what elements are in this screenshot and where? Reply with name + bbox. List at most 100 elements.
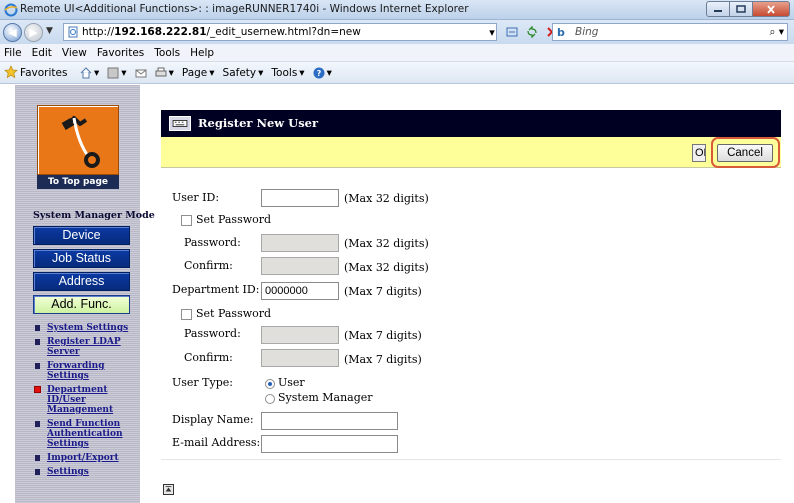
link-import-export[interactable]: Import/Export bbox=[33, 453, 138, 463]
link-label: Department ID/User Management bbox=[47, 385, 114, 415]
svg-text:?: ? bbox=[316, 69, 321, 78]
search-placeholder: Bing bbox=[575, 26, 599, 38]
print-button[interactable]: ▾ bbox=[155, 62, 174, 84]
nav-add-func-button[interactable]: Add. Func. bbox=[33, 295, 130, 314]
user-password-input[interactable] bbox=[261, 234, 339, 252]
window-titlebar: Remote UI<Additional Functions>: : image… bbox=[0, 0, 794, 20]
email-address-input[interactable] bbox=[261, 435, 398, 453]
link-label: Settings bbox=[47, 467, 89, 477]
dept-password-hint: (Max 7 digits) bbox=[344, 329, 422, 342]
department-id-hint: (Max 7 digits) bbox=[344, 285, 422, 298]
window-title: Remote UI<Additional Functions>: : image… bbox=[20, 3, 469, 15]
link-department-id-user-management[interactable]: Department ID/User Management bbox=[33, 385, 138, 415]
user-set-password-checkbox[interactable] bbox=[181, 215, 192, 226]
department-id-label: Department ID: bbox=[172, 283, 260, 296]
bullet-icon bbox=[35, 421, 40, 427]
favorites-label[interactable]: Favorites bbox=[20, 62, 67, 84]
bullet-icon bbox=[35, 339, 40, 345]
link-settings[interactable]: Settings bbox=[33, 467, 138, 477]
link-label: Import/Export bbox=[47, 453, 119, 463]
maximize-icon bbox=[736, 5, 746, 13]
dept-confirm-input[interactable] bbox=[261, 349, 339, 367]
back-button[interactable]: ◀ bbox=[3, 23, 22, 42]
action-bar: OK Cancel bbox=[161, 137, 781, 168]
user-type-system-manager-radio[interactable] bbox=[265, 394, 275, 404]
user-password-label: Password: bbox=[184, 236, 241, 249]
active-bullet-icon bbox=[34, 386, 41, 393]
maximize-button[interactable] bbox=[729, 1, 753, 17]
ok-button[interactable]: OK bbox=[692, 144, 706, 162]
dept-set-password-checkbox[interactable] bbox=[181, 309, 192, 320]
menu-bar: File Edit View Favorites Tools Help bbox=[0, 44, 794, 62]
close-window-button[interactable] bbox=[752, 1, 790, 17]
favorites-star-icon[interactable] bbox=[4, 65, 18, 79]
minimize-icon bbox=[714, 10, 722, 12]
page-menu[interactable]: Page ▾ bbox=[182, 62, 215, 84]
link-label: Send Function Authentication Settings bbox=[47, 419, 123, 449]
safety-menu-label: Safety bbox=[222, 67, 257, 79]
remote-ui-logo-icon bbox=[61, 116, 100, 168]
back-to-top-icon[interactable] bbox=[163, 484, 174, 495]
dept-set-password-label: Set Password bbox=[196, 307, 272, 320]
bullet-icon bbox=[35, 363, 40, 369]
dept-password-input[interactable] bbox=[261, 326, 339, 344]
home-button[interactable]: ▾ bbox=[80, 62, 99, 84]
tools-menu-label: Tools bbox=[271, 67, 298, 79]
address-toolbar: ◀ ▶ ▼ http://192.168.222.81/_edit_userne… bbox=[0, 20, 794, 44]
link-forwarding-settings[interactable]: Forwarding Settings bbox=[33, 361, 138, 381]
nav-job-status-button[interactable]: Job Status bbox=[33, 249, 130, 268]
minimize-button[interactable] bbox=[706, 1, 730, 17]
url-prefix: http:// bbox=[82, 26, 115, 38]
menu-help[interactable]: Help bbox=[190, 44, 214, 61]
safety-menu[interactable]: Safety ▾ bbox=[223, 62, 264, 84]
url-dropdown-icon[interactable]: ▾ bbox=[484, 24, 500, 40]
search-input[interactable]: b Bing ⌕ ▾ bbox=[552, 23, 788, 41]
mail-button[interactable] bbox=[135, 67, 147, 79]
user-confirm-input[interactable] bbox=[261, 257, 339, 275]
user-type-user-radio[interactable] bbox=[265, 379, 275, 389]
display-name-label: Display Name: bbox=[172, 413, 254, 426]
nav-device-button[interactable]: Device bbox=[33, 226, 130, 245]
page-content: To Top page System Manager Mode Device J… bbox=[0, 85, 794, 503]
tools-menu[interactable]: Tools ▾ bbox=[271, 62, 304, 84]
user-id-input[interactable] bbox=[261, 189, 339, 207]
feeds-button[interactable]: ▾ bbox=[107, 62, 127, 84]
remote-ui-logo[interactable] bbox=[37, 105, 119, 175]
cancel-button[interactable]: Cancel bbox=[717, 144, 773, 162]
menu-favorites[interactable]: Favorites bbox=[97, 44, 144, 61]
user-confirm-label: Confirm: bbox=[184, 259, 233, 272]
department-id-input[interactable] bbox=[261, 282, 339, 300]
page-title: Register New User bbox=[198, 116, 319, 130]
keyboard-icon bbox=[169, 116, 191, 131]
user-password-hint: (Max 32 digits) bbox=[344, 237, 429, 250]
page-menu-label: Page bbox=[181, 67, 208, 79]
help-menu[interactable]: ? ▾ bbox=[313, 62, 332, 84]
print-icon bbox=[155, 67, 167, 77]
to-top-page-link[interactable]: To Top page bbox=[37, 175, 119, 189]
search-icon[interactable]: ⌕ ▾ bbox=[770, 24, 785, 40]
link-label: Register LDAP Server bbox=[47, 337, 121, 357]
bing-logo-icon: b bbox=[557, 26, 565, 39]
url-host: 192.168.222.81 bbox=[114, 26, 207, 38]
link-send-function-authentication-settings[interactable]: Send Function Authentication Settings bbox=[33, 419, 138, 449]
display-name-input[interactable] bbox=[261, 412, 398, 430]
history-dropdown-icon[interactable]: ▼ bbox=[46, 26, 53, 36]
help-icon: ? bbox=[313, 67, 325, 79]
email-address-label: E-mail Address: bbox=[172, 436, 261, 449]
menu-view[interactable]: View bbox=[62, 44, 87, 61]
refresh-icon[interactable] bbox=[524, 24, 540, 40]
content-divider bbox=[161, 459, 781, 460]
menu-file[interactable]: File bbox=[4, 44, 22, 61]
nav-address-button[interactable]: Address bbox=[33, 272, 130, 291]
link-register-ldap-server[interactable]: Register LDAP Server bbox=[33, 337, 138, 357]
page-icon bbox=[68, 26, 78, 38]
compatibility-view-icon[interactable] bbox=[504, 24, 520, 40]
url-input[interactable]: http://192.168.222.81/_edit_usernew.html… bbox=[63, 23, 497, 41]
link-system-settings[interactable]: System Settings bbox=[33, 323, 138, 333]
command-bar: ▾ ▾ ▾ Page ▾ Safety ▾ Tools ▾ ? ▾ bbox=[80, 62, 332, 84]
menu-tools[interactable]: Tools bbox=[154, 44, 180, 61]
forward-button[interactable]: ▶ bbox=[24, 23, 43, 42]
forward-arrow-icon: ▶ bbox=[29, 26, 38, 39]
menu-edit[interactable]: Edit bbox=[32, 44, 52, 61]
url-path: /_edit_usernew.html?dn=new bbox=[206, 26, 361, 38]
